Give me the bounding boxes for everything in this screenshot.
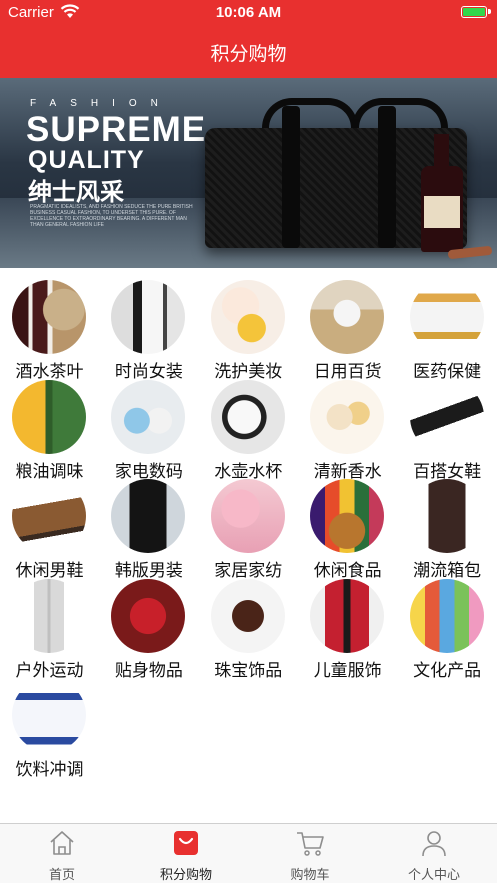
category-label: 水壶水杯	[214, 461, 283, 481]
category-item[interactable]: 家居家纺	[199, 479, 298, 580]
category-label: 粮油调味	[15, 461, 84, 481]
category-thumbnail-appliance	[111, 379, 186, 454]
category-thumbnail-outdoor	[12, 578, 86, 653]
category-item[interactable]: 时尚女装	[99, 280, 198, 381]
tab-profile[interactable]: 个人中心	[372, 824, 496, 883]
category-thumbnail-cup	[210, 379, 285, 454]
category-thumbnail-bags	[409, 479, 484, 553]
category-thumbnail-drinks	[12, 678, 86, 752]
banner-wine-bottle-image	[421, 134, 463, 252]
promo-banner[interactable]: FASHION SUPREME QUALITY 绅士风采 PRAGMATIC I…	[0, 78, 497, 268]
category-label: 家电数码	[114, 461, 183, 481]
tab-profile-label: 个人中心	[407, 867, 460, 882]
category-thumbnail-men-shoes	[12, 479, 86, 553]
category-item[interactable]: 户外运动	[0, 578, 99, 680]
status-bar: Carrier 10:06 AM	[0, 0, 497, 26]
category-thumbnail-perfume	[310, 379, 385, 454]
category-item[interactable]: 百搭女鞋	[398, 379, 497, 481]
tab-cart[interactable]: 购物车	[248, 824, 372, 883]
person-icon	[422, 831, 446, 857]
category-item[interactable]: 饮料冲调	[0, 678, 99, 779]
tab-cart-label: 购物车	[290, 867, 330, 882]
category-label: 潮流箱包	[413, 561, 482, 580]
category-label: 文化产品	[413, 660, 482, 680]
category-label: 饮料冲调	[15, 760, 84, 779]
tab-home[interactable]: 首页	[0, 824, 124, 883]
banner-line-gentleman: 绅士风采	[28, 179, 124, 206]
category-label: 贴身物品	[114, 660, 183, 680]
battery-icon	[461, 6, 491, 18]
category-item[interactable]: 洗护美妆	[199, 280, 298, 381]
category-label: 珠宝饰品	[214, 660, 283, 680]
tab-points-shopping-label: 积分购物	[159, 867, 212, 882]
category-item[interactable]: 贴身物品	[99, 578, 198, 680]
category-item[interactable]: 医药保健	[398, 280, 497, 381]
nav-bar: 积分购物	[0, 26, 497, 78]
category-thumbnail-health	[409, 280, 484, 354]
banner-line-supreme: SUPREME	[26, 110, 207, 149]
category-thumbnail-intimates	[111, 578, 186, 653]
category-label: 韩版男装	[114, 561, 183, 580]
category-item[interactable]: 粮油调味	[0, 379, 99, 481]
category-label: 休闲男鞋	[15, 561, 84, 580]
category-thumbnail-wine-tea	[12, 280, 86, 354]
category-thumbnail-women-shoes	[409, 379, 484, 454]
category-label: 百搭女鞋	[413, 461, 482, 481]
tab-bar: 首页 积分购物 购物车 个人中心	[0, 823, 497, 883]
tab-home-label: 首页	[48, 867, 75, 882]
category-label: 酒水茶叶	[15, 362, 84, 381]
category-item[interactable]: 酒水茶叶	[0, 280, 99, 381]
page-title: 积分购物	[210, 44, 287, 65]
category-thumbnail-men-fashion	[111, 479, 186, 553]
category-item[interactable]: 日用百货	[298, 280, 397, 381]
cart-icon	[297, 832, 324, 856]
category-label: 儿童服饰	[313, 660, 382, 680]
category-item[interactable]: 家电数码	[99, 379, 198, 481]
category-thumbnail-daily-goods	[310, 280, 385, 354]
shopping-bag-icon	[174, 831, 198, 855]
category-item[interactable]: 珠宝饰品	[199, 578, 298, 680]
category-label: 休闲食品	[313, 561, 382, 580]
category-label: 日用百货	[313, 362, 382, 381]
category-item[interactable]: 清新香水	[298, 379, 397, 481]
category-label: 清新香水	[313, 461, 382, 481]
category-thumbnail-kids	[310, 578, 385, 653]
banner-line-fashion: FASHION	[30, 98, 172, 109]
category-item[interactable]: 休闲食品	[298, 479, 397, 580]
category-item[interactable]: 休闲男鞋	[0, 479, 99, 580]
banner-line-quality: QUALITY	[28, 146, 145, 174]
status-time: 10:06 AM	[215, 4, 282, 21]
category-item[interactable]: 水壶水杯	[199, 379, 298, 481]
category-label: 洗护美妆	[214, 362, 283, 381]
category-thumbnail-jewelry	[210, 578, 285, 653]
category-label: 家居家纺	[214, 561, 283, 580]
category-thumbnail-books	[409, 578, 484, 653]
category-item[interactable]: 儿童服饰	[298, 578, 397, 680]
category-item[interactable]: 潮流箱包	[398, 479, 497, 580]
category-label: 时尚女装	[114, 362, 183, 381]
category-thumbnail-women-fashion	[111, 280, 186, 354]
category-thumbnail-grain-oil	[12, 379, 86, 454]
category-thumbnail-beauty-care	[210, 280, 285, 354]
banner-fine-print: PRAGMATIC IDEALISTS, AND FASHION SEDUCE …	[30, 204, 193, 228]
category-thumbnail-home-textile	[210, 479, 285, 553]
category-label: 户外运动	[15, 660, 84, 680]
tab-points-shopping[interactable]: 积分购物	[124, 824, 248, 883]
home-icon	[50, 831, 74, 855]
category-item[interactable]: 文化产品	[398, 578, 497, 680]
category-thumbnail-snacks	[310, 479, 385, 553]
category-item[interactable]: 韩版男装	[99, 479, 198, 580]
category-label: 医药保健	[413, 362, 482, 381]
